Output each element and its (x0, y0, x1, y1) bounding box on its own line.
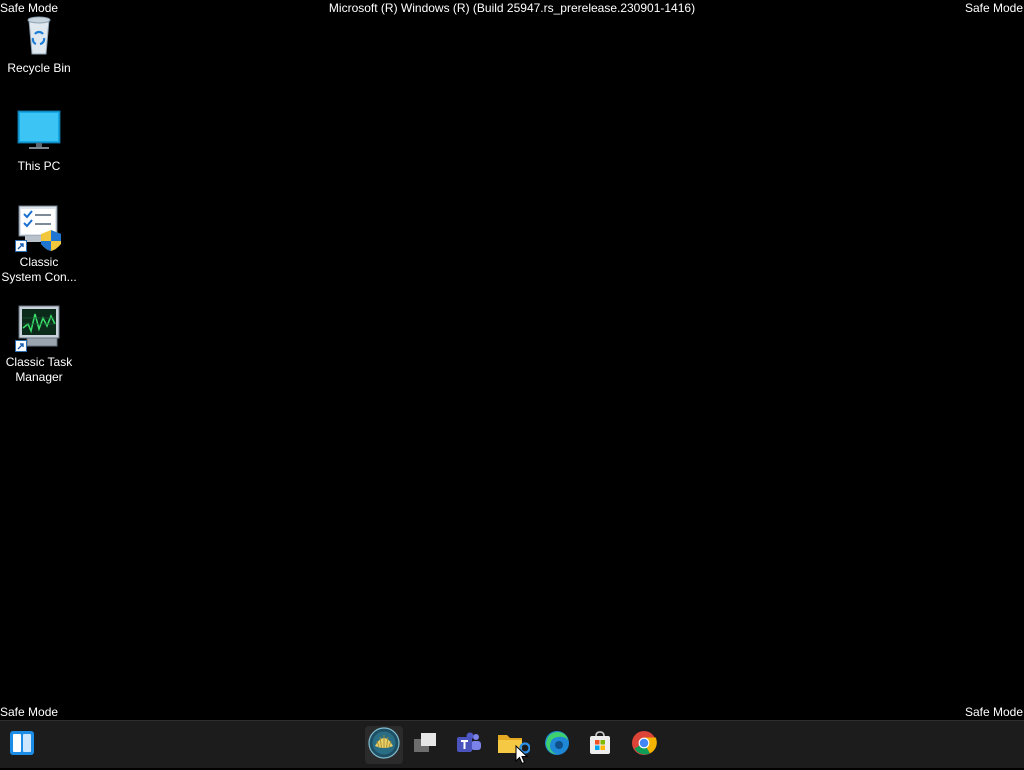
build-info-text: Microsoft (R) Windows (R) (Build 25947.r… (328, 1, 696, 15)
desktop-icon-label: Classic System Con... (1, 255, 77, 284)
monitor-icon (15, 108, 63, 156)
widgets-icon (9, 730, 35, 761)
desktop-icon-classic-task-manager[interactable]: Classic Task Manager (0, 304, 78, 385)
taskbar (0, 720, 1024, 768)
desktop-icon-this-pc[interactable]: This PC (0, 108, 78, 174)
desktop-icon-label: Classic Task Manager (5, 355, 73, 384)
recycle-bin-icon (15, 10, 63, 58)
mouse-cursor-icon (515, 744, 529, 765)
chrome-icon (631, 730, 657, 761)
shortcut-arrow-icon (15, 240, 27, 252)
taskbar-task-view-button[interactable] (406, 726, 444, 764)
task-manager-icon (15, 304, 63, 352)
edge-icon (544, 730, 570, 761)
desktop-icon-label: This PC (17, 159, 61, 173)
task-view-icon (412, 730, 438, 761)
desktop-icon-label: Recycle Bin (7, 61, 71, 75)
store-icon (587, 730, 613, 761)
taskbar-store-button[interactable] (581, 726, 619, 764)
taskbar-widgets-button[interactable] (3, 726, 41, 764)
safe-mode-watermark-bottom-right: Safe Mode (964, 705, 1023, 719)
safe-mode-watermark-bottom-left: Safe Mode (0, 705, 59, 719)
taskbar-edge-button[interactable] (538, 726, 576, 764)
shortcut-arrow-icon (15, 340, 27, 352)
taskbar-chrome-button[interactable] (625, 726, 663, 764)
teams-icon (456, 730, 482, 761)
desktop-icon-recycle-bin[interactable]: Recycle Bin (0, 10, 78, 76)
system-config-icon (15, 204, 63, 252)
taskbar-start-button[interactable] (365, 726, 403, 764)
start-shell-icon (368, 726, 400, 764)
desktop-icon-classic-system-config[interactable]: Classic System Con... (0, 204, 78, 285)
taskbar-teams-button[interactable] (450, 726, 488, 764)
